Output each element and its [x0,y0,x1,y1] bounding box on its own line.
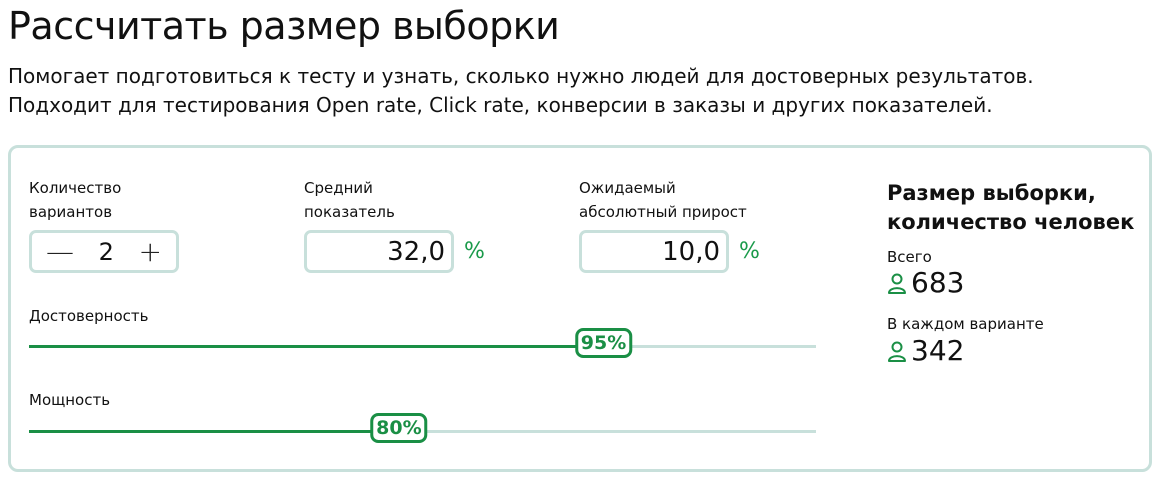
confidence-slider[interactable]: 95% [29,328,816,358]
growth-label-line-2: абсолютный прирост [579,203,747,221]
growth-unit: % [739,239,760,264]
plus-button[interactable]: + [139,237,162,266]
subtitle-line-2: Подходит для тестирования Open rate, Cli… [8,93,993,117]
result-title-line-1: Размер выборки, [887,181,1096,205]
total-value: 683 [911,266,965,299]
page-subtitle: Помогает подготовиться к тесту и узнать,… [8,62,1034,120]
page-title: Рассчитать размер выборки [8,4,560,48]
person-icon [887,340,907,362]
subtitle-line-1: Помогает подготовиться к тесту и узнать,… [8,64,1034,88]
confidence-slider-fill [29,345,604,348]
growth-label: Ожидаемый абсолютный прирост [579,176,747,224]
growth-input[interactable]: 10,0 [579,230,729,273]
average-input[interactable]: 32,0 [304,230,454,273]
growth-label-line-1: Ожидаемый [579,179,676,197]
average-label-line-2: показатель [304,203,395,221]
result-title: Размер выборки, количество человек [887,179,1134,237]
person-icon [887,272,907,294]
total-label: Всего [887,248,932,266]
power-slider-thumb[interactable]: 80% [370,413,428,443]
variants-value: 2 [98,237,114,266]
power-label: Мощность [29,391,111,409]
average-unit: % [464,239,485,264]
per-variant-value: 342 [911,334,965,367]
power-slider-fill [29,430,399,433]
total-row: 683 [887,268,964,298]
calculator-card: Количество вариантов — 2 + Средний показ… [8,145,1152,472]
growth-value: 10,0 [662,236,720,267]
confidence-label: Достоверность [29,307,149,325]
result-title-line-2: количество человек [887,210,1135,234]
average-value: 32,0 [387,236,445,267]
per-variant-label: В каждом варианте [887,315,1044,333]
confidence-slider-thumb[interactable]: 95% [574,328,633,358]
variants-stepper[interactable]: — 2 + [29,230,179,273]
variants-label: Количество вариантов [29,176,121,224]
variants-label-line-1: Количество [29,179,122,197]
variants-label-line-2: вариантов [29,203,113,221]
average-label-line-1: Средний [304,179,373,197]
average-label: Средний показатель [304,176,395,224]
per-variant-row: 342 [887,336,964,366]
minus-button[interactable]: — [46,237,74,266]
power-slider[interactable]: 80% [29,413,816,443]
